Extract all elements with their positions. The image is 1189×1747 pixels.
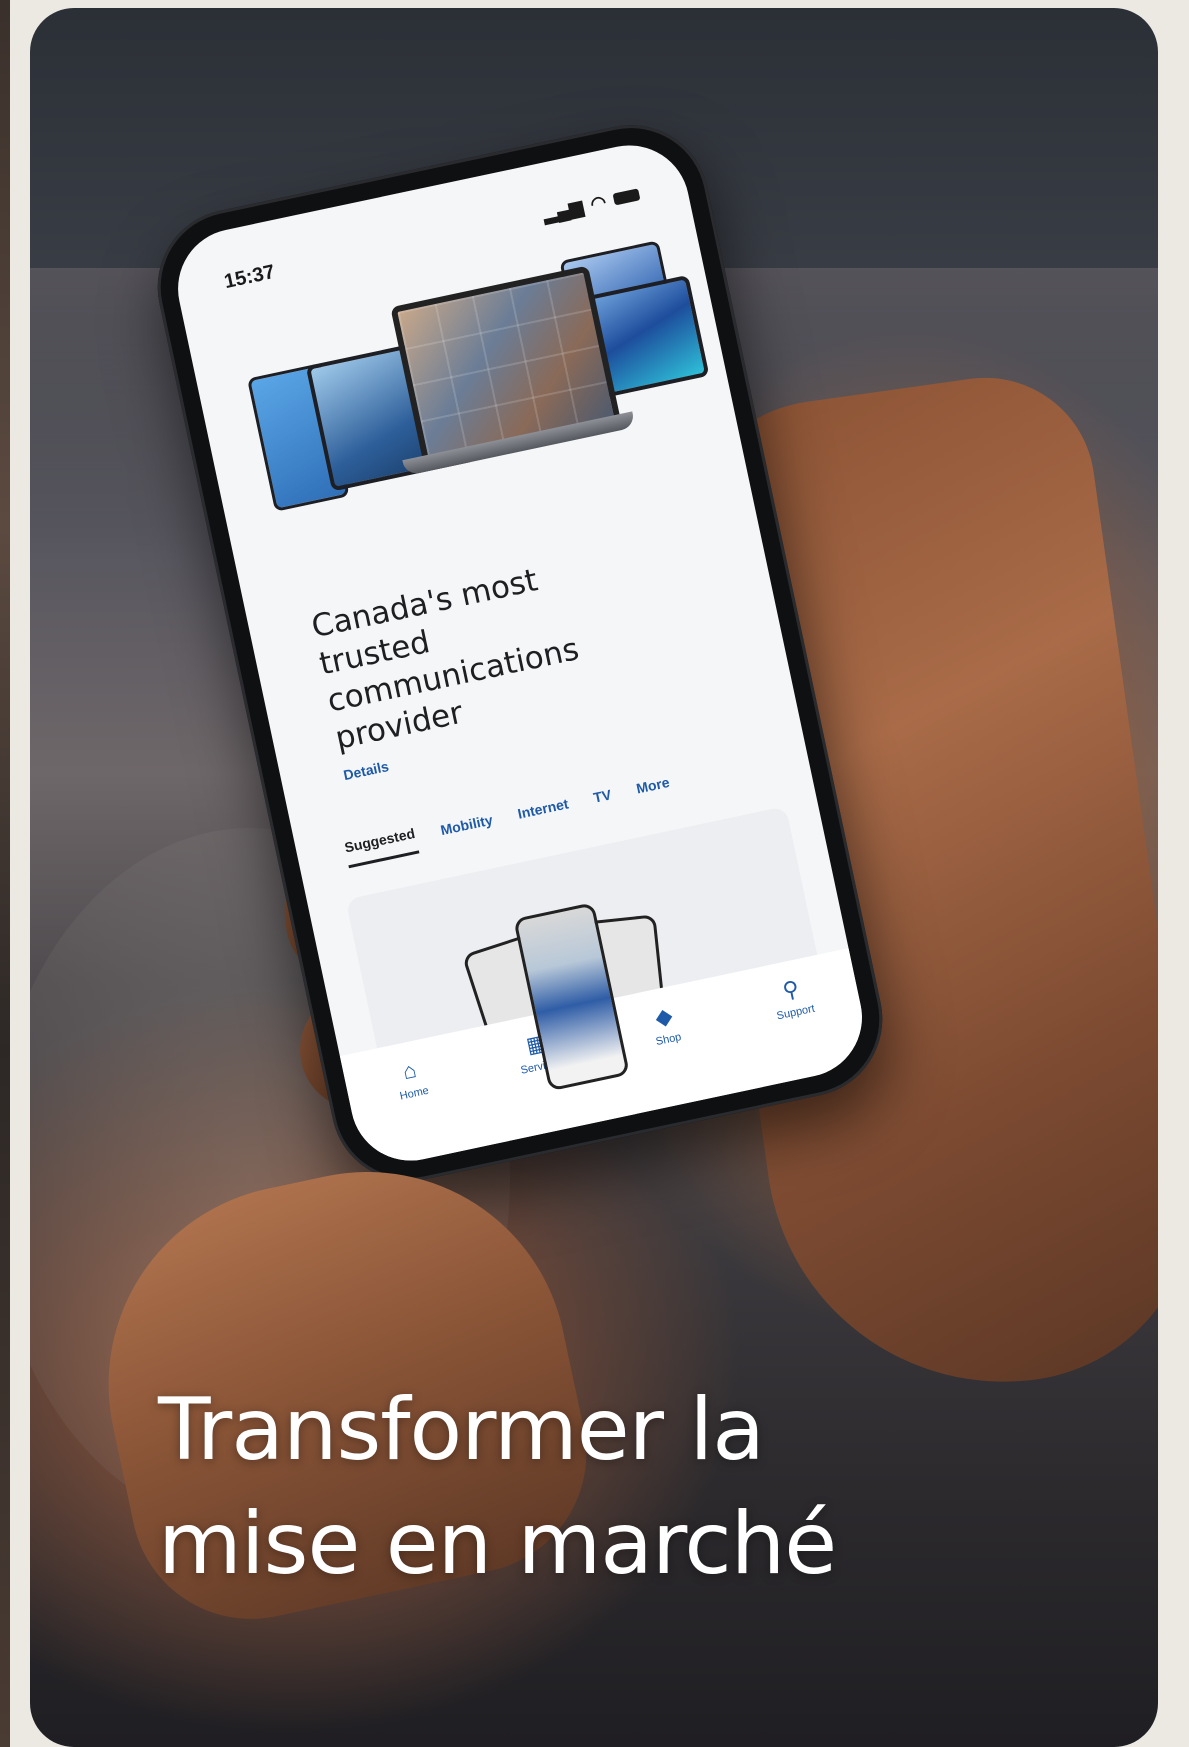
wifi-icon: ◠ [588,190,608,214]
tab-internet[interactable]: Internet [516,795,572,831]
nav-label: Support [775,1002,816,1023]
nav-shop[interactable]: ◆ Shop [622,998,709,1054]
signal-icon: ▂▄▆ [541,195,585,224]
caption-line-1: Transformer la [158,1380,765,1480]
tab-suggested[interactable]: Suggested [342,825,420,869]
tab-mobility[interactable]: Mobility [439,812,496,848]
hero-card[interactable]: 15:37 ▂▄▆ ◠ Canada's most trusted commun… [30,8,1158,1747]
nav-label: Home [398,1084,430,1103]
status-icons: ▂▄▆ ◠ [541,184,641,225]
nav-support[interactable]: ⚲ Support [750,971,837,1027]
tab-more[interactable]: More [635,774,673,806]
status-time: 15:37 [222,260,277,293]
adjacent-card-edge [0,0,10,1747]
hero-headline: Canada's most trusted communications pro… [308,562,583,757]
home-icon: ⌂ [400,1057,419,1085]
nav-home[interactable]: ⌂ Home [368,1052,455,1108]
tab-tv[interactable]: TV [592,786,615,815]
wrench-icon: ⚲ [780,975,802,1004]
caption-line-2: mise en marché [158,1494,837,1594]
battery-icon [612,188,641,206]
tag-icon: ◆ [652,1002,675,1031]
card-caption: Transformer la mise en marché [158,1373,1058,1601]
details-link[interactable]: Details [342,758,390,783]
nav-label: Shop [654,1031,683,1049]
devices-hero-image [227,240,710,547]
